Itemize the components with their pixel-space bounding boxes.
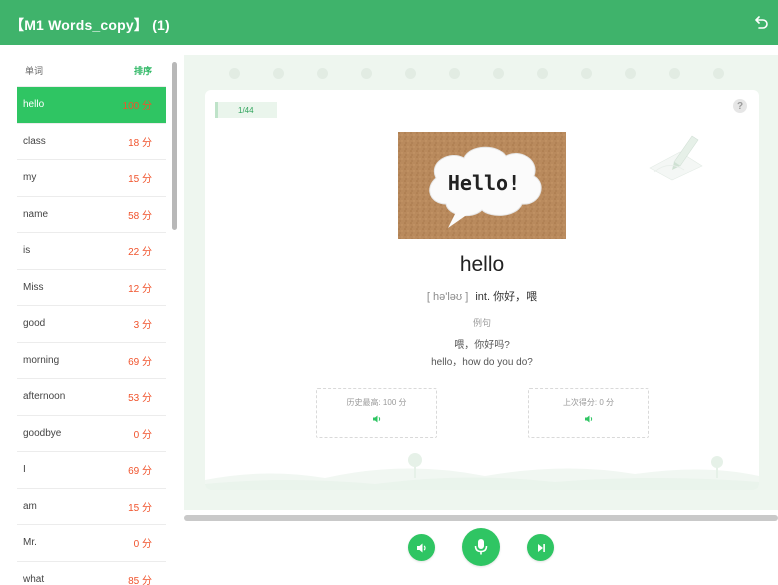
word-row[interactable]: my 15 分 [17, 160, 166, 197]
history-best-label: 历史最高: 100 分 [346, 398, 407, 407]
sort-button[interactable]: 排序 [134, 64, 152, 77]
progress-indicator: 1/44 [215, 102, 277, 118]
word-card: 1/44 ? Hello! hello [hə'ləʊ] int. 你好，喂… [205, 90, 759, 490]
word-row-word: Miss [23, 281, 44, 293]
word-row-score: 3 分 [133, 320, 152, 332]
speech-bubble-image: Hello! [398, 132, 566, 239]
word-row-word: class [23, 135, 46, 147]
binding-dot [273, 68, 284, 79]
word-row-word: Mr. [23, 537, 37, 549]
word-picture: Hello! [398, 132, 566, 239]
word-row-word: morning [23, 354, 60, 366]
binding-dot [361, 68, 372, 79]
word-row-score: 85 分 [128, 575, 152, 585]
word-row[interactable]: morning 69 分 [17, 343, 166, 379]
word-row-score: 58 分 [128, 210, 152, 222]
word-row[interactable]: Miss 12 分 [17, 270, 166, 306]
word-row[interactable]: I 69 分 [17, 452, 166, 489]
example-label: 例句 [472, 318, 491, 328]
binding-dot [493, 68, 504, 79]
microphone-icon [474, 539, 488, 555]
word-row-word: is [23, 245, 31, 257]
binding-dot [317, 68, 328, 79]
word-row-score: 69 分 [128, 356, 152, 368]
binding-dot [229, 68, 240, 79]
word-row-word: afternoon [23, 391, 66, 403]
help-button[interactable]: ? [733, 99, 747, 113]
word-list-header: 单词 排序 [17, 55, 166, 87]
speaker-icon [416, 543, 426, 552]
current-word: hello [459, 253, 505, 276]
horizontal-scrollbar[interactable] [184, 515, 778, 521]
undo-arrow-icon [755, 16, 768, 29]
next-word-button[interactable] [527, 534, 554, 561]
word-row[interactable]: hello 100 分 [17, 87, 166, 124]
phonetic: [ hə'ləʊ ] [426, 291, 469, 303]
example-chinese: 喂，你好吗? [454, 340, 510, 351]
word-row[interactable]: is 22 分 [17, 233, 166, 270]
study-panel: 1/44 ? Hello! hello [hə'ləʊ] int. 你好，喂… [184, 55, 778, 510]
word-row-word: what [23, 573, 45, 585]
column-word-label: 单词 [25, 66, 44, 76]
binding-dot [405, 68, 416, 79]
word-row[interactable]: name 58 分 [17, 197, 166, 233]
word-row-score: 0 分 [133, 539, 152, 551]
word-row-score: 18 分 [128, 137, 152, 149]
app-header: 【M1 Words_copy】 (1) [0, 0, 778, 45]
binding-dot [449, 68, 460, 79]
word-row[interactable]: Mr. 0 分 [17, 525, 166, 562]
help-icon: ? [736, 100, 744, 112]
word-list: 单词 排序 hello 100 分 class 18 分 my 15 分 name 58… [17, 55, 166, 585]
play-audio-button[interactable] [408, 534, 435, 561]
phonetic-definition: [ hə'ləʊ ] int. 你好，喂 [205, 288, 759, 304]
word-row-score: 15 分 [128, 174, 152, 186]
notebook-binding-dots [229, 68, 749, 82]
word-row-word: hello [23, 99, 45, 111]
binding-dot [537, 68, 548, 79]
word-row-score: 53 分 [128, 393, 152, 405]
speaker-icon[interactable] [584, 414, 594, 424]
word-row-word: am [23, 500, 37, 512]
word-row-score: 15 分 [128, 502, 152, 514]
word-row[interactable]: class 18 分 [17, 124, 166, 160]
binding-dot [625, 68, 636, 79]
binding-dot [713, 68, 724, 79]
last-score-label: 上次得分: 0 分 [562, 398, 615, 407]
word-row[interactable]: good 3 分 [17, 306, 166, 343]
word-row[interactable]: am 15 分 [17, 489, 166, 525]
binding-dot [669, 68, 680, 79]
history-best-box: 历史最高: 100 分 [316, 388, 437, 438]
word-row-word: I [23, 464, 26, 476]
word-row-word: goodbye [23, 427, 62, 439]
word-row-word: good [23, 318, 46, 330]
record-button[interactable] [462, 528, 500, 566]
binding-dot [581, 68, 592, 79]
speaker-icon[interactable] [372, 414, 382, 424]
word-row-word: name [23, 208, 49, 220]
skip-next-icon [537, 543, 545, 552]
word-row-score: 0 分 [133, 429, 152, 441]
last-score-box: 上次得分: 0 分 [528, 388, 649, 438]
landscape-decoration [205, 453, 759, 490]
word-row-score: 22 分 [128, 247, 152, 259]
example-english: hello，how do you do? [431, 357, 533, 368]
word-row[interactable]: goodbye 0 分 [17, 416, 166, 452]
definition: int. 你好，喂 [475, 291, 538, 303]
page-title: 【M1 Words_copy】 (1) [10, 17, 170, 33]
word-row[interactable]: afternoon 53 分 [17, 379, 166, 416]
word-row-score: 100 分 [122, 101, 152, 113]
back-button[interactable] [752, 11, 772, 33]
speech-bubble-text: Hello! [448, 171, 520, 195]
pencil-decoration-icon [649, 135, 703, 181]
word-row-score: 69 分 [128, 466, 152, 478]
word-list-scrollbar[interactable] [172, 62, 177, 230]
word-row-word: my [23, 172, 37, 184]
word-row[interactable]: what 85 分 [17, 562, 166, 585]
word-row-score: 12 分 [128, 283, 152, 295]
